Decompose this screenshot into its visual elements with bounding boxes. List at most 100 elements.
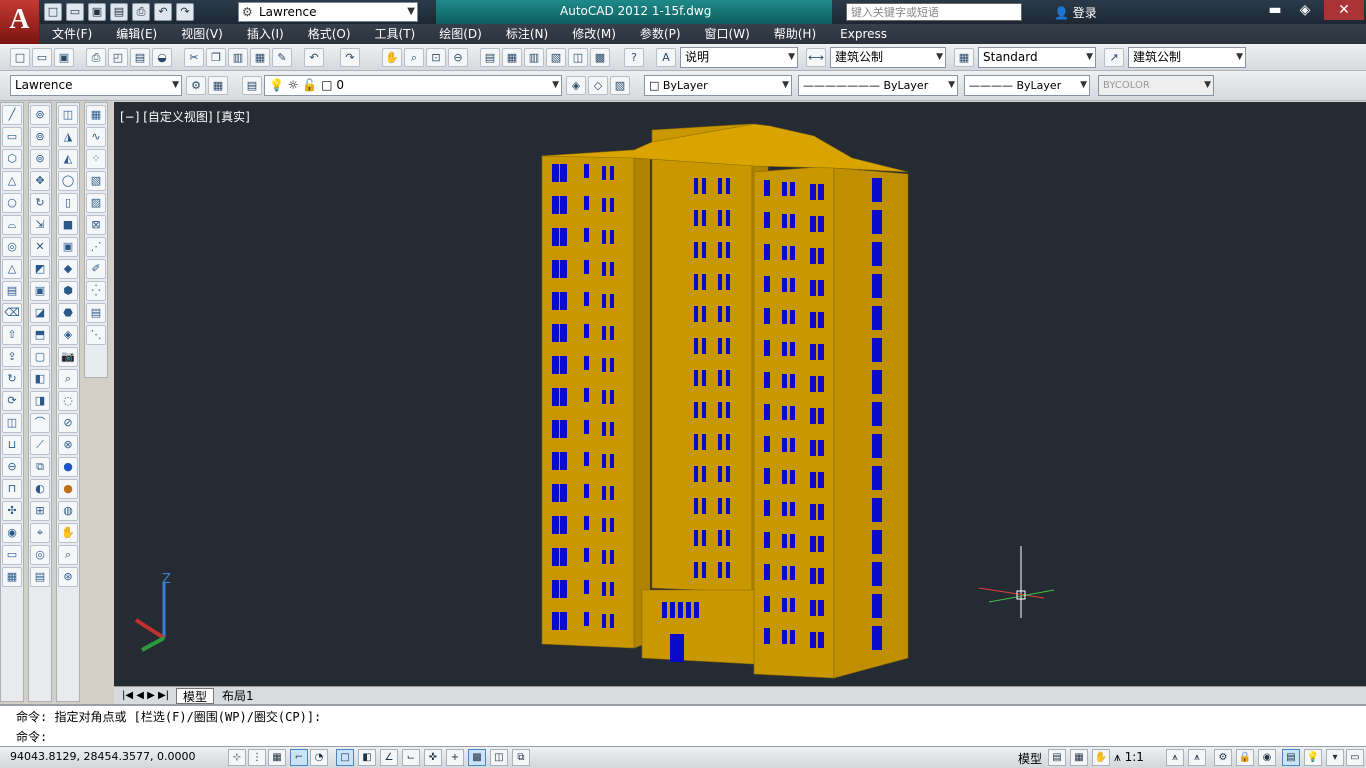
union-icon[interactable]: ⊔ [2,435,22,455]
layer-states-icon[interactable]: ▧ [610,76,630,95]
restore-button[interactable]: ◈ [1290,0,1320,20]
curve-icon[interactable]: ∿ [86,127,106,147]
rotate-icon[interactable]: ↻ [30,193,50,213]
undo-icon[interactable]: ↶ [304,48,324,67]
hardware-acceleration-icon[interactable]: ◉ [1258,749,1276,766]
gear-icon[interactable]: ⚙ [186,76,206,95]
circle-icon[interactable]: ○ [2,193,22,213]
dynamic-ucs-icon[interactable]: ⌙ [402,749,420,766]
align-icon[interactable]: ⇲ [30,215,50,235]
clean-screen-icon[interactable]: ▭ [1346,749,1364,766]
gizmo-icon[interactable]: ✣ [2,501,22,521]
triangle-icon[interactable]: △ [2,171,22,191]
lightbulb-icon[interactable]: 💡 [1304,749,1322,766]
text-style-icon[interactable]: A [656,48,676,67]
coordinate-readout[interactable]: 94043.8129, 28454.3577, 0.0000 [10,750,195,763]
isolate-objects-icon[interactable]: ▤ [1282,749,1300,766]
zoom-icon[interactable]: ⌕ [58,369,78,389]
interfere-icon[interactable]: ◪ [30,303,50,323]
transparency-icon[interactable]: ▩ [468,749,486,766]
conceptual-icon[interactable]: ⬣ [58,303,78,323]
pick-icon[interactable]: ✐ [86,259,106,279]
make-current-layer-icon[interactable]: ◈ [566,76,586,95]
preview-icon[interactable]: ◰ [108,48,128,67]
folder-icon[interactable]: ▭ [2,545,22,565]
3d-print-icon[interactable]: ◒ [152,48,172,67]
pan-icon[interactable]: ✋ [382,48,402,67]
mleader-style-select[interactable]: 建筑公制 ▼ [1128,47,1246,68]
workspace-select[interactable]: ⚙ Lawrence ▼ [238,2,418,22]
torus-icon[interactable]: ◎ [2,237,22,257]
hatch-icon[interactable]: ▤ [2,281,22,301]
dim-style-select[interactable]: 建筑公制 ▼ [830,47,946,68]
quickcalc-icon[interactable]: ▩ [590,48,610,67]
node-icon[interactable]: ⁘ [86,149,106,169]
cylinder-icon[interactable]: ⌓ [2,215,22,235]
menu-format[interactable]: 格式(O) [296,24,363,44]
qnew-icon[interactable]: □ [10,48,30,67]
copy-icon[interactable]: ❐ [206,48,226,67]
line-icon[interactable]: ╱ [2,105,22,125]
plot-icon[interactable]: ⎙ [132,3,150,21]
render-window-icon[interactable]: ◍ [58,501,78,521]
polygon-icon[interactable]: ⬡ [2,149,22,169]
object-snap-icon[interactable]: □ [336,749,354,766]
open-icon[interactable]: ▭ [32,48,52,67]
quick-properties-icon[interactable]: ◫ [490,749,508,766]
steering-wheel-icon[interactable]: ⊛ [58,567,78,587]
realistic-icon[interactable]: ⬢ [58,281,78,301]
toolbar-toggle-icon[interactable]: ▦ [208,76,228,95]
undo-icon[interactable]: ↶ [154,3,172,21]
slice-icon[interactable]: ◩ [30,259,50,279]
chamfer-edge-icon[interactable]: ⟋ [30,435,50,455]
thicken-icon[interactable]: ▣ [30,281,50,301]
cut-icon[interactable]: ✂ [184,48,204,67]
zoom-window-icon[interactable]: ⊡ [426,48,446,67]
workspace-select[interactable]: Lawrence ▼ [10,75,182,96]
layer-previous-icon[interactable]: ◇ [588,76,608,95]
color-select[interactable]: □ ByLayer ▼ [644,75,792,96]
menu-view[interactable]: 视图(V) [169,24,235,44]
linetype-select[interactable]: ——————— ByLayer ▼ [798,75,958,96]
lineweight-icon[interactable]: + [446,749,464,766]
snap-mode-icon[interactable]: ⋮ [248,749,266,766]
layout-icon[interactable]: ▤ [30,567,50,587]
print-icon[interactable]: ⎙ [86,48,106,67]
subtract-icon[interactable]: ⊖ [2,457,22,477]
layer-select[interactable]: 💡 ☼ 🔓 □ 0 ▼ [264,75,562,96]
extract-icon[interactable]: ⊞ [30,501,50,521]
selection-cycling-icon[interactable]: ⧉ [512,749,530,766]
ortho-mode-icon[interactable]: ⌐ [290,749,308,766]
delete-icon[interactable]: ✕ [30,237,50,257]
menu-modify[interactable]: 修改(M) [560,24,628,44]
materials-browser-icon[interactable]: ⊗ [58,435,78,455]
union-icon[interactable]: ⊚ [30,105,50,125]
search-input[interactable]: 键入关键字或短语 [846,3,1022,21]
grid-display-icon[interactable]: ▦ [268,749,286,766]
lights-icon[interactable]: ◌ [58,391,78,411]
solid-shade-icon[interactable]: ▣ [58,237,78,257]
view-icon[interactable]: ◎ [30,545,50,565]
3d-osnap-icon[interactable]: ◧ [358,749,376,766]
lineweight-select[interactable]: ———— ByLayer ▼ [964,75,1090,96]
render-icon[interactable]: ◈ [58,325,78,345]
sphere-icon[interactable]: ◯ [58,171,78,191]
color-faces-icon[interactable]: ◐ [30,479,50,499]
extrude-icon[interactable]: ⇧ [2,325,22,345]
dim-style-icon[interactable]: ⟷ [806,48,826,67]
menu-dimension[interactable]: 标注(N) [494,24,560,44]
revolve-icon[interactable]: ⟳ [2,391,22,411]
paste-block-icon[interactable]: ▦ [250,48,270,67]
auto-scale-icon[interactable]: ⩚ [1188,749,1206,766]
color-sphere-icon[interactable]: ● [58,479,78,499]
paste-icon[interactable]: ▥ [228,48,248,67]
distance-icon[interactable]: ⁛ [86,281,106,301]
menu-draw[interactable]: 绘图(D) [427,24,494,44]
login-button[interactable]: 👤 登录 [1054,4,1097,21]
redo-icon[interactable]: ↷ [340,48,360,67]
infer-constraints-icon[interactable]: ⊹ [228,749,246,766]
layer-properties-icon[interactable]: ▤ [242,76,262,95]
camera-icon[interactable]: 📷 [58,347,78,367]
box-icon[interactable]: ◫ [58,105,78,125]
annotation-visibility-icon[interactable]: ⩚ [1166,749,1184,766]
